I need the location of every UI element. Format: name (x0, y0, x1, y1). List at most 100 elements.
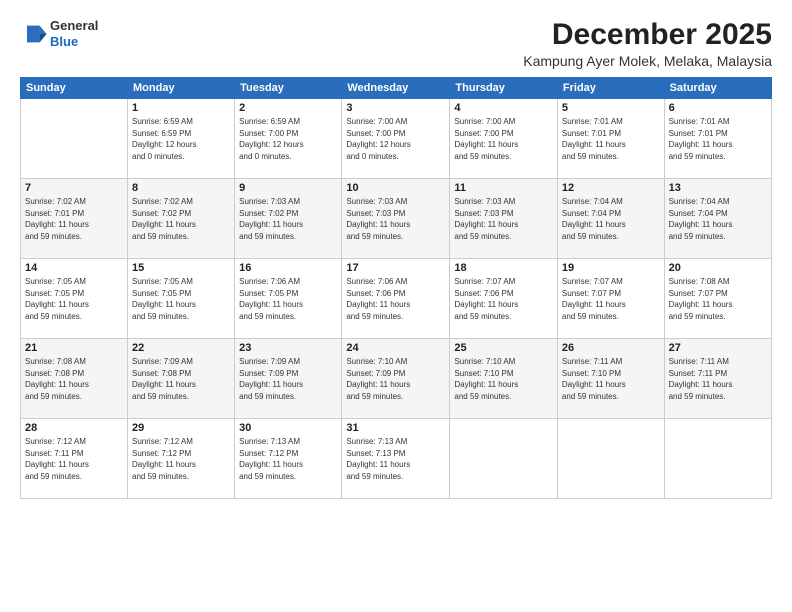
day-number: 27 (669, 342, 767, 354)
day-info: Sunrise: 7:02 AMSunset: 7:02 PMDaylight:… (132, 196, 230, 242)
day-number: 29 (132, 422, 230, 434)
table-row: 26 Sunrise: 7:11 AMSunset: 7:10 PMDayligh… (557, 339, 664, 419)
table-row: 27 Sunrise: 7:11 AMSunset: 7:11 PMDayligh… (664, 339, 771, 419)
day-number: 22 (132, 342, 230, 354)
day-number: 25 (454, 342, 553, 354)
day-info: Sunrise: 7:03 AMSunset: 7:03 PMDaylight:… (346, 196, 445, 242)
col-saturday: Saturday (664, 78, 771, 99)
table-row: 23Sunrise: 7:09 AMSunset: 7:09 PMDayligh… (235, 339, 342, 419)
day-info: Sunrise: 7:13 AMSunset: 7:12 PMDaylight:… (239, 436, 337, 482)
col-sunday: Sunday (21, 78, 128, 99)
table-row: 7Sunrise: 7:02 AMSunset: 7:01 PMDaylight… (21, 179, 128, 259)
day-number: 1 (132, 102, 230, 114)
table-row: 5Sunrise: 7:01 AMSunset: 7:01 PMDaylight… (557, 99, 664, 179)
day-info: Sunrise: 7:04 AMSunset: 7:04 PMDaylight:… (669, 196, 767, 242)
header: General Blue December 2025 Kampung Ayer … (20, 18, 772, 69)
day-number: 4 (454, 102, 553, 114)
table-row: 3 Sunrise: 7:00 AMSunset: 7:00 PMDaylight… (342, 99, 450, 179)
table-row: 1 Sunrise: 6:59 AMSunset: 6:59 PMDaylight… (128, 99, 235, 179)
day-info: Sunrise: 7:05 AMSunset: 7:05 PMDaylight:… (132, 276, 230, 322)
day-info: Sunrise: 7:00 AMSunset: 7:00 PMDaylight:… (454, 116, 553, 162)
title-block: December 2025 Kampung Ayer Molek, Melaka… (523, 18, 772, 69)
day-number: 26 (562, 342, 660, 354)
day-number: 12 (562, 182, 660, 194)
table-row: 31 Sunrise: 7:13 AMSunset: 7:13 PMDayligh… (342, 419, 450, 499)
day-info: Sunrise: 7:06 AMSunset: 7:06 PMDaylight:… (346, 276, 445, 322)
day-info: Sunrise: 7:11 AMSunset: 7:10 PMDaylight:… (562, 356, 660, 402)
day-number: 17 (346, 262, 445, 274)
day-number: 3 (346, 102, 445, 114)
day-info: Sunrise: 6:59 AMSunset: 6:59 PMDaylight:… (132, 116, 230, 162)
day-info: Sunrise: 7:05 AMSunset: 7:05 PMDaylight:… (25, 276, 123, 322)
day-info: Sunrise: 7:04 AMSunset: 7:04 PMDaylight:… (562, 196, 660, 242)
col-wednesday: Wednesday (342, 78, 450, 99)
table-row: 6Sunrise: 7:01 AMSunset: 7:01 PMDaylight… (664, 99, 771, 179)
day-number: 13 (669, 182, 767, 194)
table-row: 9 Sunrise: 7:03 AMSunset: 7:02 PMDaylight… (235, 179, 342, 259)
day-info: Sunrise: 7:01 AMSunset: 7:01 PMDaylight:… (562, 116, 660, 162)
day-number: 2 (239, 102, 337, 114)
calendar-week-row: 21 Sunrise: 7:08 AMSunset: 7:08 PMDayligh… (21, 339, 772, 419)
day-info: Sunrise: 7:06 AMSunset: 7:05 PMDaylight:… (239, 276, 337, 322)
table-row: 13 Sunrise: 7:04 AMSunset: 7:04 PMDayligh… (664, 179, 771, 259)
table-row: 8 Sunrise: 7:02 AMSunset: 7:02 PMDaylight… (128, 179, 235, 259)
calendar: Sunday Monday Tuesday Wednesday Thursday… (20, 77, 772, 499)
calendar-week-row: 1 Sunrise: 6:59 AMSunset: 6:59 PMDaylight… (21, 99, 772, 179)
table-row: 22 Sunrise: 7:09 AMSunset: 7:08 PMDayligh… (128, 339, 235, 419)
table-row: 24Sunrise: 7:10 AMSunset: 7:09 PMDayligh… (342, 339, 450, 419)
day-info: Sunrise: 7:10 AMSunset: 7:10 PMDaylight:… (454, 356, 553, 402)
table-row: 30Sunrise: 7:13 AMSunset: 7:12 PMDayligh… (235, 419, 342, 499)
table-row (664, 419, 771, 499)
day-number: 8 (132, 182, 230, 194)
month-title: December 2025 (523, 18, 772, 51)
table-row: 17 Sunrise: 7:06 AMSunset: 7:06 PMDayligh… (342, 259, 450, 339)
table-row (21, 99, 128, 179)
calendar-header-row: Sunday Monday Tuesday Wednesday Thursday… (21, 78, 772, 99)
table-row: 15 Sunrise: 7:05 AMSunset: 7:05 PMDayligh… (128, 259, 235, 339)
day-info: Sunrise: 7:07 AMSunset: 7:07 PMDaylight:… (562, 276, 660, 322)
calendar-week-row: 7Sunrise: 7:02 AMSunset: 7:01 PMDaylight… (21, 179, 772, 259)
day-info: Sunrise: 7:08 AMSunset: 7:08 PMDaylight:… (25, 356, 123, 402)
day-info: Sunrise: 7:02 AMSunset: 7:01 PMDaylight:… (25, 196, 123, 242)
col-tuesday: Tuesday (235, 78, 342, 99)
day-number: 10 (346, 182, 445, 194)
logo-icon (20, 20, 48, 48)
table-row: 18 Sunrise: 7:07 AMSunset: 7:06 PMDayligh… (450, 259, 558, 339)
table-row: 16 Sunrise: 7:06 AMSunset: 7:05 PMDayligh… (235, 259, 342, 339)
table-row: 21 Sunrise: 7:08 AMSunset: 7:08 PMDayligh… (21, 339, 128, 419)
day-number: 31 (346, 422, 445, 434)
day-info: Sunrise: 7:08 AMSunset: 7:07 PMDaylight:… (669, 276, 767, 322)
day-info: Sunrise: 7:11 AMSunset: 7:11 PMDaylight:… (669, 356, 767, 402)
table-row: 2Sunrise: 6:59 AMSunset: 7:00 PMDaylight… (235, 99, 342, 179)
day-number: 6 (669, 102, 767, 114)
location: Kampung Ayer Molek, Melaka, Malaysia (523, 53, 772, 69)
day-number: 11 (454, 182, 553, 194)
day-info: Sunrise: 7:12 AMSunset: 7:12 PMDaylight:… (132, 436, 230, 482)
table-row: 10 Sunrise: 7:03 AMSunset: 7:03 PMDayligh… (342, 179, 450, 259)
table-row (557, 419, 664, 499)
col-monday: Monday (128, 78, 235, 99)
day-number: 21 (25, 342, 123, 354)
day-number: 23 (239, 342, 337, 354)
logo-text: General Blue (50, 18, 98, 49)
table-row: 19Sunrise: 7:07 AMSunset: 7:07 PMDayligh… (557, 259, 664, 339)
day-number: 20 (669, 262, 767, 274)
day-number: 16 (239, 262, 337, 274)
day-info: Sunrise: 7:13 AMSunset: 7:13 PMDaylight:… (346, 436, 445, 482)
day-number: 15 (132, 262, 230, 274)
logo: General Blue (20, 18, 98, 49)
table-row: 4 Sunrise: 7:00 AMSunset: 7:00 PMDaylight… (450, 99, 558, 179)
day-number: 18 (454, 262, 553, 274)
day-info: Sunrise: 7:07 AMSunset: 7:06 PMDaylight:… (454, 276, 553, 322)
col-friday: Friday (557, 78, 664, 99)
table-row (450, 419, 558, 499)
table-row: 20 Sunrise: 7:08 AMSunset: 7:07 PMDayligh… (664, 259, 771, 339)
day-info: Sunrise: 7:00 AMSunset: 7:00 PMDaylight:… (346, 116, 445, 162)
day-info: Sunrise: 7:12 AMSunset: 7:11 PMDaylight:… (25, 436, 123, 482)
page: General Blue December 2025 Kampung Ayer … (0, 0, 792, 612)
day-info: Sunrise: 7:09 AMSunset: 7:08 PMDaylight:… (132, 356, 230, 402)
day-number: 14 (25, 262, 123, 274)
table-row: 12 Sunrise: 7:04 AMSunset: 7:04 PMDayligh… (557, 179, 664, 259)
day-info: Sunrise: 7:03 AMSunset: 7:02 PMDaylight:… (239, 196, 337, 242)
day-number: 9 (239, 182, 337, 194)
